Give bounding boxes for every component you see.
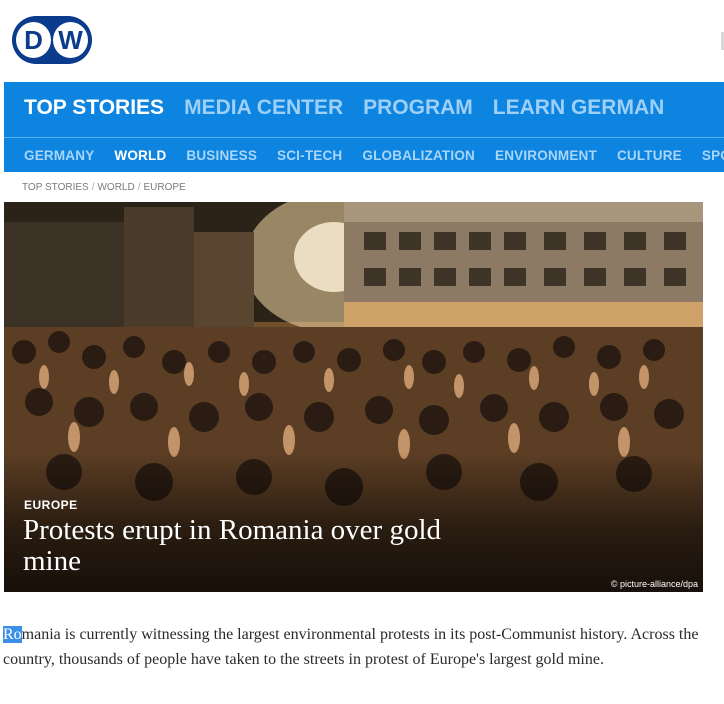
photo-building-right-top bbox=[344, 202, 703, 222]
sub-nav-environment[interactable]: ENVIRONMENT bbox=[495, 148, 597, 163]
logo-letter-w: W bbox=[53, 22, 88, 58]
photo-building-left bbox=[4, 222, 124, 342]
main-nav-top-stories[interactable]: TOP STORIES bbox=[24, 96, 164, 120]
breadcrumb: TOP STORIES / WORLD / EUROPE bbox=[22, 182, 186, 193]
main-nav-learn-german[interactable]: LEARN GERMAN bbox=[493, 96, 665, 120]
sub-nav: GERMANY WORLD BUSINESS SCI-TECH GLOBALIZ… bbox=[24, 148, 724, 163]
site-header: D W bbox=[0, 0, 724, 82]
nav-divider bbox=[4, 137, 724, 138]
hero-headline[interactable]: Protests erupt in Romania over gold mine bbox=[23, 515, 483, 577]
hero-image[interactable]: EUROPE Protests erupt in Romania over go… bbox=[4, 202, 703, 592]
photo-building-left-3 bbox=[194, 232, 254, 342]
sub-nav-business[interactable]: BUSINESS bbox=[186, 148, 257, 163]
logo-letters: D W bbox=[16, 20, 88, 60]
sub-nav-sci-tech[interactable]: SCI-TECH bbox=[277, 148, 342, 163]
sub-nav-sports[interactable]: SPO bbox=[702, 148, 724, 163]
sub-nav-globalization[interactable]: GLOBALIZATION bbox=[362, 148, 475, 163]
sub-nav-world[interactable]: WORLD bbox=[114, 148, 166, 163]
main-nav-program[interactable]: PROGRAM bbox=[363, 96, 473, 120]
photo-credit: © picture-alliance/dpa bbox=[610, 579, 698, 589]
text-selection[interactable]: Ro bbox=[3, 626, 22, 643]
article-teaser: Romania is currently witnessing the larg… bbox=[3, 622, 703, 672]
sub-nav-culture[interactable]: CULTURE bbox=[617, 148, 682, 163]
breadcrumb-europe[interactable]: EUROPE bbox=[144, 182, 186, 193]
hero-category[interactable]: EUROPE bbox=[24, 498, 78, 512]
breadcrumb-separator: / bbox=[91, 182, 95, 193]
breadcrumb-top-stories[interactable]: TOP STORIES bbox=[22, 182, 89, 193]
logo-letter-d: D bbox=[16, 22, 51, 58]
breadcrumb-separator: / bbox=[137, 182, 141, 193]
sub-nav-germany[interactable]: GERMANY bbox=[24, 148, 94, 163]
main-nav: TOP STORIES MEDIA CENTER PROGRAM LEARN G… bbox=[24, 96, 664, 120]
breadcrumb-world[interactable]: WORLD bbox=[97, 182, 134, 193]
article-teaser-text[interactable]: mania is currently witnessing the larges… bbox=[3, 626, 702, 668]
navigation-bar: TOP STORIES MEDIA CENTER PROGRAM LEARN G… bbox=[4, 82, 724, 172]
dw-logo[interactable]: D W bbox=[12, 16, 92, 64]
photo-building-left-2 bbox=[124, 207, 194, 347]
main-nav-media-center[interactable]: MEDIA CENTER bbox=[184, 96, 343, 120]
